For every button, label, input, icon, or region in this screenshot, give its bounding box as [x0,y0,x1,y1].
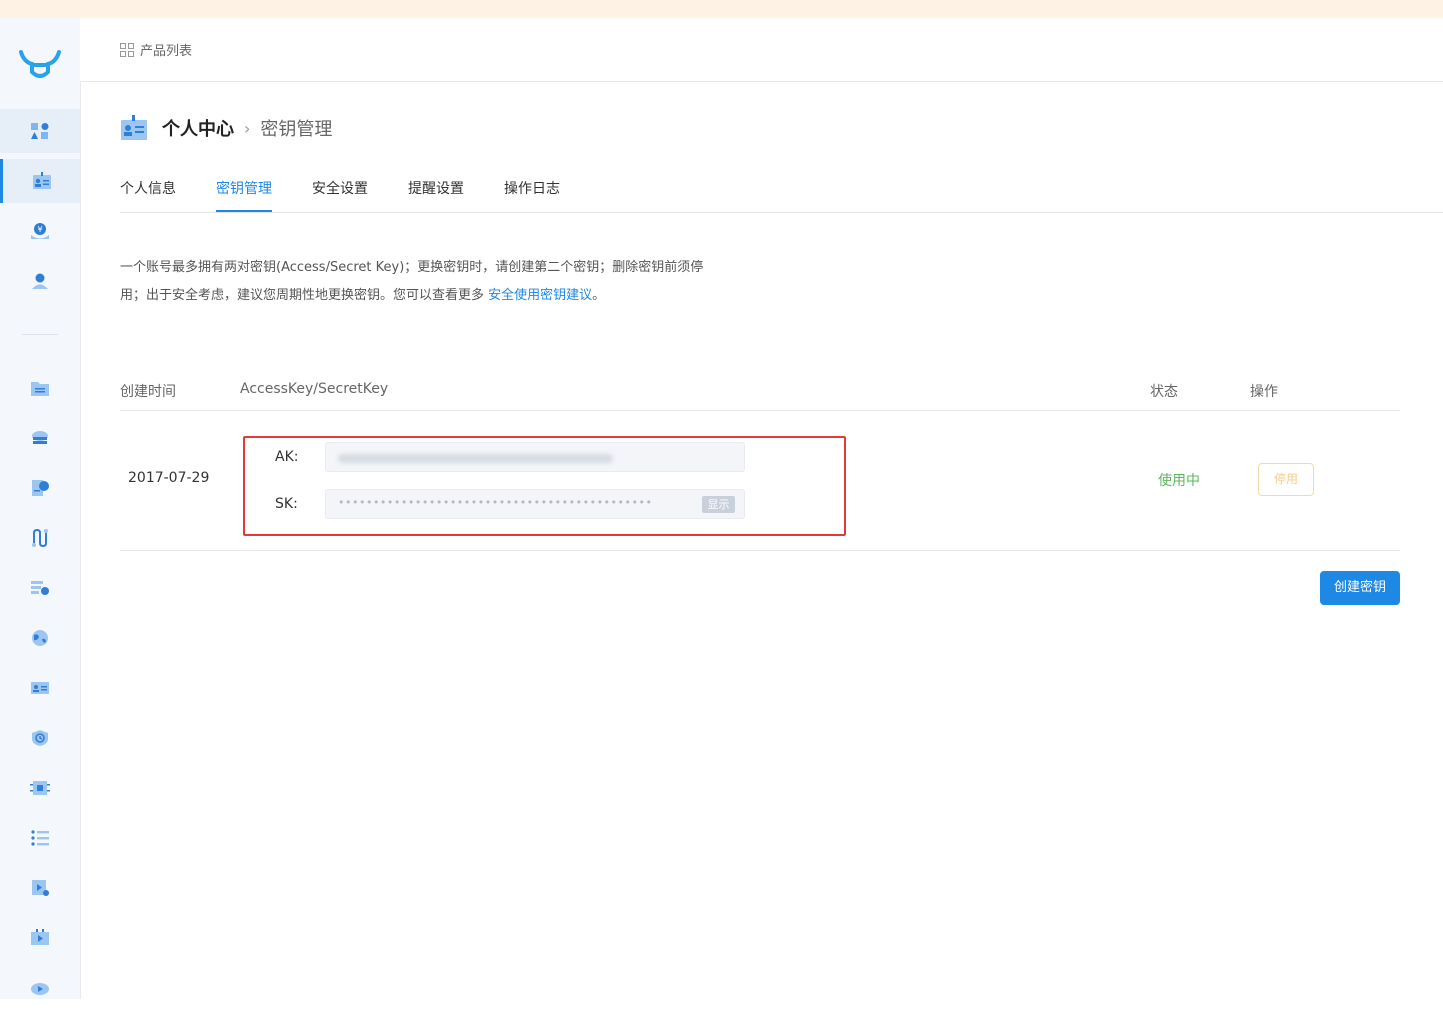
page-title-main: 个人中心 [162,119,234,140]
top-header: 产品列表 [80,18,1443,82]
description-line-2: 用；出于安全考虑，建议您周期性地更换密钥。您可以查看更多 安全使用密钥建议。 [120,282,760,310]
globe-icon [32,630,48,646]
sidebar-item-global[interactable] [0,616,80,660]
folder-icon [31,382,49,396]
shapes-icon [31,123,49,139]
disable-key-button[interactable]: 停用 [1258,463,1314,496]
tab-personal-info[interactable]: 个人信息 [120,178,176,212]
route-icon [32,529,48,547]
table-row-divider [120,550,1400,551]
sidebar-item-routes[interactable] [0,516,80,560]
top-banner [0,0,1443,18]
tab-security-settings[interactable]: 安全设置 [312,178,368,212]
column-header-action: 操作 [1250,384,1278,400]
sidebar-divider [22,334,58,335]
secret-key-masked: ••••••••••••••••••••••••••••••••••••••••… [338,496,653,509]
created-date: 2017-07-29 [128,470,210,486]
sidebar-item-reports[interactable] [0,466,80,510]
sidebar-item-cloud-storage[interactable] [0,416,80,460]
column-header-status: 状态 [1150,384,1178,400]
brand-logo-icon[interactable] [18,48,62,82]
sidebar-item-monitor[interactable] [0,716,80,760]
svg-text:¥: ¥ [37,225,42,234]
page-title-sub: 密钥管理 [260,119,333,140]
video-doc-icon [32,880,49,896]
access-key-field[interactable] [325,442,745,472]
tab-operation-log[interactable]: 操作日志 [504,178,560,212]
tab-bar: 个人信息 密钥管理 安全设置 提醒设置 操作日志 [120,168,1443,213]
column-header-created: 创建时间 [120,384,176,400]
breadcrumb-separator: › [244,118,251,138]
cloud-play-icon [31,983,49,995]
sidebar-item-users[interactable] [0,259,80,303]
key-security-advice-link[interactable]: 安全使用密钥建议 [488,288,592,303]
user-icon [32,273,48,289]
sidebar-item-cloud-video[interactable] [0,966,80,1010]
show-secret-button[interactable]: 显示 [702,496,735,513]
sidebar: ¥ [0,18,81,999]
sidebar-item-compute[interactable] [0,766,80,810]
access-key-redacted [338,454,613,463]
status-badge: 使用中 [1158,473,1200,489]
tab-reminder-settings[interactable]: 提醒设置 [408,178,464,212]
secret-key-field[interactable]: ••••••••••••••••••••••••••••••••••••••••… [325,489,745,519]
list-chart-icon [31,581,49,595]
sidebar-item-billing[interactable]: ¥ [0,209,80,253]
sidebar-item-identity[interactable] [0,666,80,710]
pie-report-icon [32,480,49,496]
sk-label: SK: [275,496,298,512]
id-card-icon [32,172,51,189]
tab-key-management[interactable]: 密钥管理 [216,178,272,212]
dotted-list-icon [31,830,49,846]
sidebar-item-media[interactable] [0,866,80,910]
description-end: 。 [592,288,606,303]
profile-card-icon [31,682,49,694]
cloud-server-icon [32,431,48,444]
shield-clock-icon [32,730,48,746]
sidebar-item-docs[interactable] [0,366,80,410]
sidebar-item-overview[interactable] [0,109,80,153]
play-screen-icon [31,929,49,945]
key-description: 一个账号最多拥有两对密钥(Access/Secret Key)；更换密钥时，请创… [120,254,760,310]
product-list-label: 产品列表 [140,44,193,59]
key-highlight-box: AK: SK: ••••••••••••••••••••••••••••••••… [243,436,846,536]
description-text: 用；出于安全考虑，建议您周期性地更换密钥。您可以查看更多 [120,288,485,303]
column-header-keys: AccessKey/SecretKey [240,381,389,397]
grid-icon [120,42,134,57]
sidebar-item-live[interactable] [0,916,80,960]
sidebar-item-queue[interactable] [0,816,80,860]
id-card-icon [121,115,147,140]
create-key-button[interactable]: 创建密钥 [1320,571,1400,605]
sidebar-item-list-analytics[interactable] [0,566,80,610]
coin-hand-icon: ¥ [31,223,49,239]
page-title: 个人中心 › 密钥管理 [120,115,332,141]
description-line-1: 一个账号最多拥有两对密钥(Access/Secret Key)；更换密钥时，请创… [120,260,704,275]
sidebar-item-account[interactable] [0,159,80,203]
table-header-divider [120,410,1400,411]
chip-icon [30,781,50,795]
ak-label: AK: [275,449,299,465]
product-list-link[interactable]: 产品列表 [120,40,192,59]
